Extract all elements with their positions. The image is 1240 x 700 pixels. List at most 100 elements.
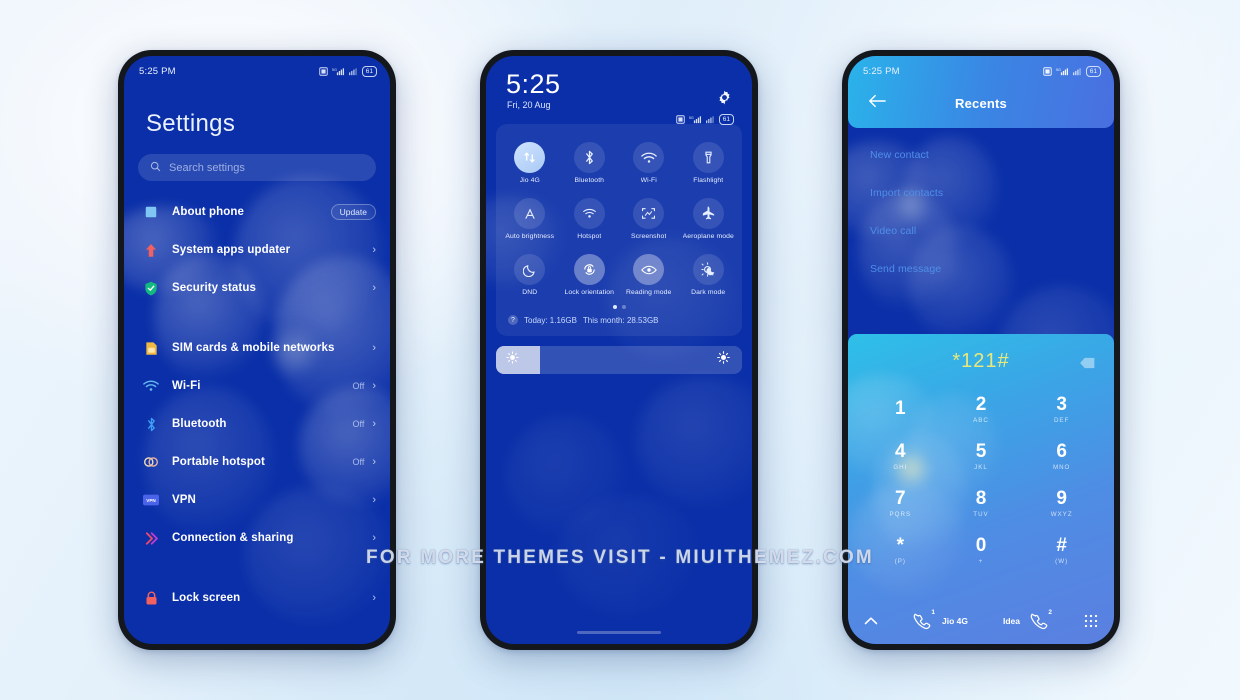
update-badge[interactable]: Update <box>330 204 376 220</box>
settings-row-portable-hotspot[interactable]: Portable hotspot Off › <box>124 443 390 481</box>
toggle-aeroplane-mode[interactable]: Aeroplane mode <box>679 194 739 246</box>
toggle-label: Dark mode <box>691 289 726 297</box>
chevron-up-icon[interactable] <box>864 616 878 626</box>
recents-menu: New contact Import contacts Video call S… <box>870 136 1114 288</box>
chevron-right-icon: › <box>372 531 376 544</box>
dialpad-key-4[interactable]: 4 GHI <box>860 434 941 479</box>
key-sub: MNO <box>1052 464 1071 471</box>
phone-control-center: 5:25 Fri, 20 Aug 5G 61 Jio 4G Bluetooth … <box>480 50 758 650</box>
gear-icon[interactable] <box>717 90 732 110</box>
call-sim1-button[interactable]: 1 Jio 4G <box>913 609 968 631</box>
settings-row-bluetooth[interactable]: Bluetooth Off › <box>124 405 390 443</box>
sim-card-icon <box>142 339 160 357</box>
menu-item-new-contact[interactable]: New contact <box>870 136 1114 174</box>
dialpad-key-hash[interactable]: # (W) <box>1021 528 1102 573</box>
call-icon: 1 <box>913 609 935 631</box>
shield-check-icon <box>142 279 160 297</box>
menu-item-video-call[interactable]: Video call <box>870 212 1114 250</box>
toggle-mobile-data[interactable]: Jio 4G <box>500 138 560 190</box>
dialpad-key-9[interactable]: 9 WXYZ <box>1021 481 1102 526</box>
data-usage-today: Today: 1.16GB <box>524 315 577 325</box>
dialpad-key-6[interactable]: 6 MNO <box>1021 434 1102 479</box>
status-time: 5:25 PM <box>139 65 176 77</box>
page-title: Recents <box>955 96 1007 111</box>
dialpad-key-3[interactable]: 3 DEF <box>1021 387 1102 432</box>
dialpad-key-star[interactable]: * (P) <box>860 528 941 573</box>
settings-row-system-apps-updater[interactable]: System apps updater › <box>124 231 390 269</box>
settings-row-label: Connection & sharing <box>172 532 294 544</box>
bluetooth-icon <box>142 415 160 433</box>
hotspot-icon <box>573 198 605 230</box>
toggle-dnd[interactable]: DND <box>500 250 560 302</box>
vpn-icon: VPN <box>142 491 160 509</box>
dialpad-key-1[interactable]: 1 <box>860 387 941 432</box>
settings-row-value: Off <box>352 419 365 429</box>
key-digit: 7 <box>895 488 906 509</box>
toggle-screenshot[interactable]: Screenshot <box>619 194 679 246</box>
up-arrow-icon <box>142 241 160 259</box>
toggle-dark-mode[interactable]: Dark mode <box>679 250 739 302</box>
screenshot-status-icon <box>676 115 685 124</box>
chevron-right-icon: › <box>372 455 376 468</box>
hotspot-icon <box>142 453 160 471</box>
mobile-data-icon <box>514 142 546 174</box>
toggle-flashlight[interactable]: Flashlight <box>679 138 739 190</box>
settings-row-lock-screen[interactable]: Lock screen › <box>124 579 390 617</box>
dialpad-key-0[interactable]: 0 + <box>941 528 1022 573</box>
toggle-label: DND <box>522 289 538 297</box>
page-dot[interactable] <box>621 305 626 310</box>
toggle-bluetooth[interactable]: Bluetooth <box>560 138 620 190</box>
settings-row-label: Portable hotspot <box>172 456 265 468</box>
dialpad-key-8[interactable]: 8 TUV <box>941 481 1022 526</box>
settings-row-vpn[interactable]: VPN VPN › <box>124 481 390 519</box>
menu-item-import-contacts[interactable]: Import contacts <box>870 174 1114 212</box>
brightness-slider[interactable] <box>496 346 742 375</box>
dialpad-key-2[interactable]: 2 ABC <box>941 387 1022 432</box>
home-indicator[interactable] <box>577 631 661 634</box>
toggle-hotspot[interactable]: Hotspot <box>560 194 620 246</box>
screenshot-icon <box>633 198 665 230</box>
search-input[interactable]: Search settings <box>138 154 376 181</box>
settings-row-security-status[interactable]: Security status › <box>124 269 390 307</box>
wifi-icon <box>142 377 160 395</box>
call-sim2-button[interactable]: Idea 2 <box>1002 609 1052 631</box>
page-title: Settings <box>146 110 236 137</box>
dialpad-key-7[interactable]: 7 PQRS <box>860 481 941 526</box>
settings-row-label: Lock screen <box>172 592 241 604</box>
keypad-icon[interactable] <box>1084 614 1098 628</box>
toggle-label: Aeroplane mode <box>682 233 734 241</box>
search-icon <box>150 159 161 177</box>
eye-icon <box>633 254 665 286</box>
settings-row-sim-cards[interactable]: SIM cards & mobile networks › <box>124 329 390 367</box>
quick-settings-grid: Jio 4G Bluetooth Wi-Fi Flashlight Auto b… <box>496 132 742 302</box>
toggle-label: Lock orientation <box>564 289 615 297</box>
settings-row-wifi[interactable]: Wi-Fi Off › <box>124 367 390 405</box>
backspace-icon[interactable] <box>1079 356 1096 374</box>
toggle-lock-orientation[interactable]: Lock orientation <box>560 250 620 302</box>
data-usage-row[interactable]: ? Today: 1.16GB This month: 28.53GB <box>496 313 742 332</box>
dialpad-key-5[interactable]: 5 JKL <box>941 434 1022 479</box>
menu-item-send-message[interactable]: Send message <box>870 250 1114 288</box>
battery-indicator: 61 <box>361 65 377 77</box>
key-sub: TUV <box>973 511 989 518</box>
key-digit: # <box>1056 535 1067 556</box>
key-digit: 3 <box>1056 394 1067 415</box>
clock-time: 5:25 <box>506 69 561 99</box>
toggle-auto-brightness[interactable]: Auto brightness <box>500 194 560 246</box>
sim2-label: Idea <box>1002 616 1020 626</box>
screenshot-status-icon <box>319 66 328 76</box>
chevron-right-icon: › <box>372 379 376 392</box>
settings-row-about-phone[interactable]: About phone Update <box>124 193 390 231</box>
toggle-wifi[interactable]: Wi-Fi <box>619 138 679 190</box>
dialpad: 1 2 ABC 3 DEF 4 GHI 5 JKL 6 MNO 7 PQRS 8 TUV 9 W… <box>848 383 1114 573</box>
signal-sim2-icon <box>348 67 358 76</box>
toggle-reading-mode[interactable]: Reading mode <box>619 250 679 302</box>
key-sub: PQRS <box>889 511 912 518</box>
screenshot-stage: 5:25 PM 5G 61 Settings Search settings A… <box>0 0 1240 700</box>
settings-row-label: Security status <box>172 282 256 294</box>
key-digit: 8 <box>975 488 987 509</box>
settings-row-connection-sharing[interactable]: Connection & sharing › <box>124 519 390 557</box>
page-dot-active[interactable] <box>612 305 617 310</box>
sim1-label: Jio 4G <box>942 616 968 626</box>
chevron-right-icon: › <box>372 591 376 604</box>
